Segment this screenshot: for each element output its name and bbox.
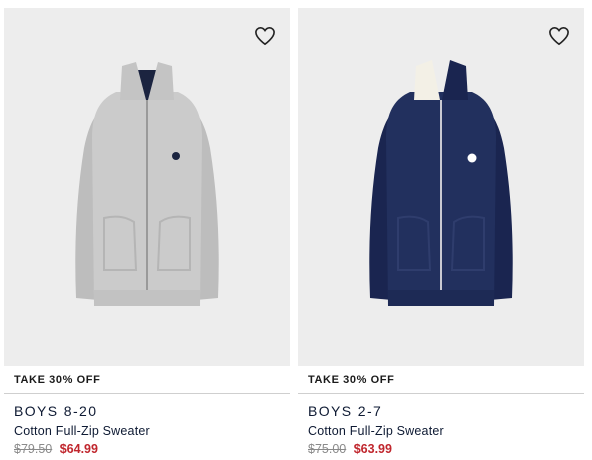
divider [298,393,584,394]
heart-icon[interactable] [254,26,276,46]
original-price: $79.50 [14,442,53,456]
product-image[interactable] [298,8,584,366]
sweater-image [75,62,219,306]
sale-price: $64.99 [59,442,98,456]
sweater-image [369,60,513,306]
sale-price: $63.99 [353,442,392,456]
promo-label: TAKE 30% OFF [308,374,395,386]
product-category[interactable]: BOYS 8-20 [14,403,97,419]
price-row: $75.00 $63.99 [308,442,392,456]
product-name[interactable]: Cotton Full-Zip Sweater [308,424,444,438]
promo-label: TAKE 30% OFF [14,374,101,386]
divider [4,393,290,394]
product-category[interactable]: BOYS 2-7 [308,403,382,419]
product-card[interactable]: TAKE 30% OFF BOYS 8-20 Cotton Full-Zip S… [4,8,290,460]
heart-icon[interactable] [548,26,570,46]
product-image[interactable] [4,8,290,366]
price-row: $79.50 $64.99 [14,442,98,456]
product-card[interactable]: TAKE 30% OFF BOYS 2-7 Cotton Full-Zip Sw… [298,8,584,460]
product-name[interactable]: Cotton Full-Zip Sweater [14,424,150,438]
original-price: $75.00 [308,442,347,456]
